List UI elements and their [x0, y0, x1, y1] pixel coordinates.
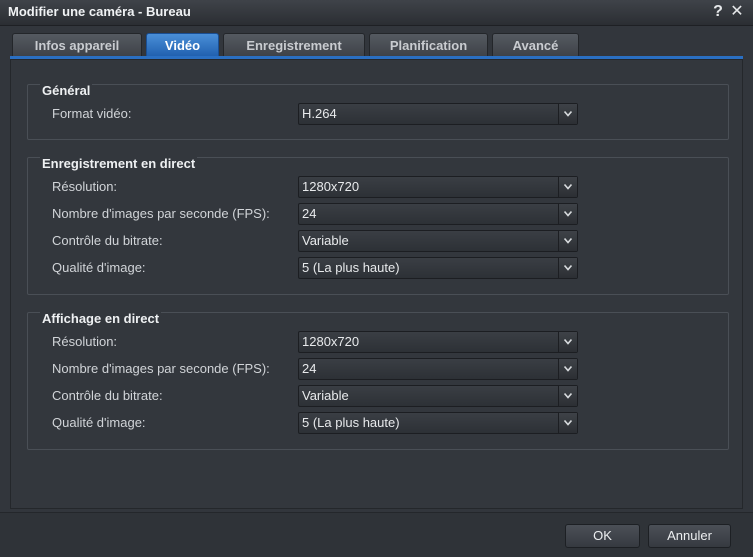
- tab-content-panel: Général Format vidéo: H.264 Enregistreme…: [10, 59, 743, 509]
- chevron-down-icon[interactable]: [558, 204, 577, 224]
- tab-bar: Infos appareil Vidéo Enregistrement Plan…: [0, 26, 753, 58]
- tab-enregistrement[interactable]: Enregistrement: [223, 33, 365, 57]
- live-bitrate-value: Variable: [302, 388, 349, 403]
- live-quality-value: 5 (La plus haute): [302, 415, 400, 430]
- cancel-button[interactable]: Annuler: [648, 524, 731, 548]
- live-fps-value: 24: [302, 361, 317, 376]
- rec-bitrate-value: Variable: [302, 233, 349, 248]
- group-title-recording: Enregistrement en direct: [40, 156, 198, 171]
- live-bitrate-label: Contrôle du bitrate:: [52, 388, 163, 403]
- live-quality-label: Qualité d'image:: [52, 415, 146, 430]
- rec-fps-label: Nombre d'images par seconde (FPS):: [52, 206, 270, 221]
- live-resolution-value: 1280x720: [302, 334, 360, 349]
- chevron-down-icon[interactable]: [558, 177, 577, 197]
- rec-fps-value: 24: [302, 206, 317, 221]
- group-title-live: Affichage en direct: [40, 311, 162, 326]
- help-icon[interactable]: ?: [709, 2, 727, 22]
- rec-resolution-label: Résolution:: [52, 179, 118, 194]
- tab-avance[interactable]: Avancé: [492, 33, 579, 57]
- live-fps-select[interactable]: 24: [298, 358, 578, 380]
- group-general: Général Format vidéo: H.264: [27, 83, 729, 140]
- group-title-general: Général: [40, 83, 93, 98]
- chevron-down-icon[interactable]: [558, 104, 577, 124]
- title-bar[interactable]: Modifier une caméra - Bureau ? ✕: [0, 0, 753, 26]
- group-recording: Enregistrement en direct Résolution: 128…: [27, 156, 729, 295]
- rec-resolution-select[interactable]: 1280x720: [298, 176, 578, 198]
- live-fps-label: Nombre d'images par seconde (FPS):: [52, 361, 270, 376]
- close-icon[interactable]: ✕: [728, 2, 746, 22]
- chevron-down-icon[interactable]: [558, 258, 577, 278]
- tab-infos-appareil[interactable]: Infos appareil: [12, 33, 142, 57]
- live-quality-select[interactable]: 5 (La plus haute): [298, 412, 578, 434]
- window-title: Modifier une caméra - Bureau: [8, 4, 191, 19]
- rec-bitrate-select[interactable]: Variable: [298, 230, 578, 252]
- live-resolution-select[interactable]: 1280x720: [298, 331, 578, 353]
- chevron-down-icon[interactable]: [558, 332, 577, 352]
- rec-bitrate-label: Contrôle du bitrate:: [52, 233, 163, 248]
- rec-fps-select[interactable]: 24: [298, 203, 578, 225]
- format-video-label: Format vidéo:: [52, 106, 132, 121]
- chevron-down-icon[interactable]: [558, 359, 577, 379]
- live-resolution-label: Résolution:: [52, 334, 118, 349]
- ok-button[interactable]: OK: [565, 524, 640, 548]
- chevron-down-icon[interactable]: [558, 386, 577, 406]
- tab-planification[interactable]: Planification: [369, 33, 488, 57]
- chevron-down-icon[interactable]: [558, 413, 577, 433]
- rec-quality-select[interactable]: 5 (La plus haute): [298, 257, 578, 279]
- rec-quality-value: 5 (La plus haute): [302, 260, 400, 275]
- chevron-down-icon[interactable]: [558, 231, 577, 251]
- rec-quality-label: Qualité d'image:: [52, 260, 146, 275]
- button-bar: OK Annuler: [0, 512, 753, 557]
- dialog-window: Modifier une caméra - Bureau ? ✕ Infos a…: [0, 0, 753, 557]
- format-video-value: H.264: [302, 106, 337, 121]
- tab-video[interactable]: Vidéo: [146, 33, 219, 57]
- rec-resolution-value: 1280x720: [302, 179, 360, 194]
- live-bitrate-select[interactable]: Variable: [298, 385, 578, 407]
- format-video-select[interactable]: H.264: [298, 103, 578, 125]
- group-live-view: Affichage en direct Résolution: 1280x720…: [27, 311, 729, 450]
